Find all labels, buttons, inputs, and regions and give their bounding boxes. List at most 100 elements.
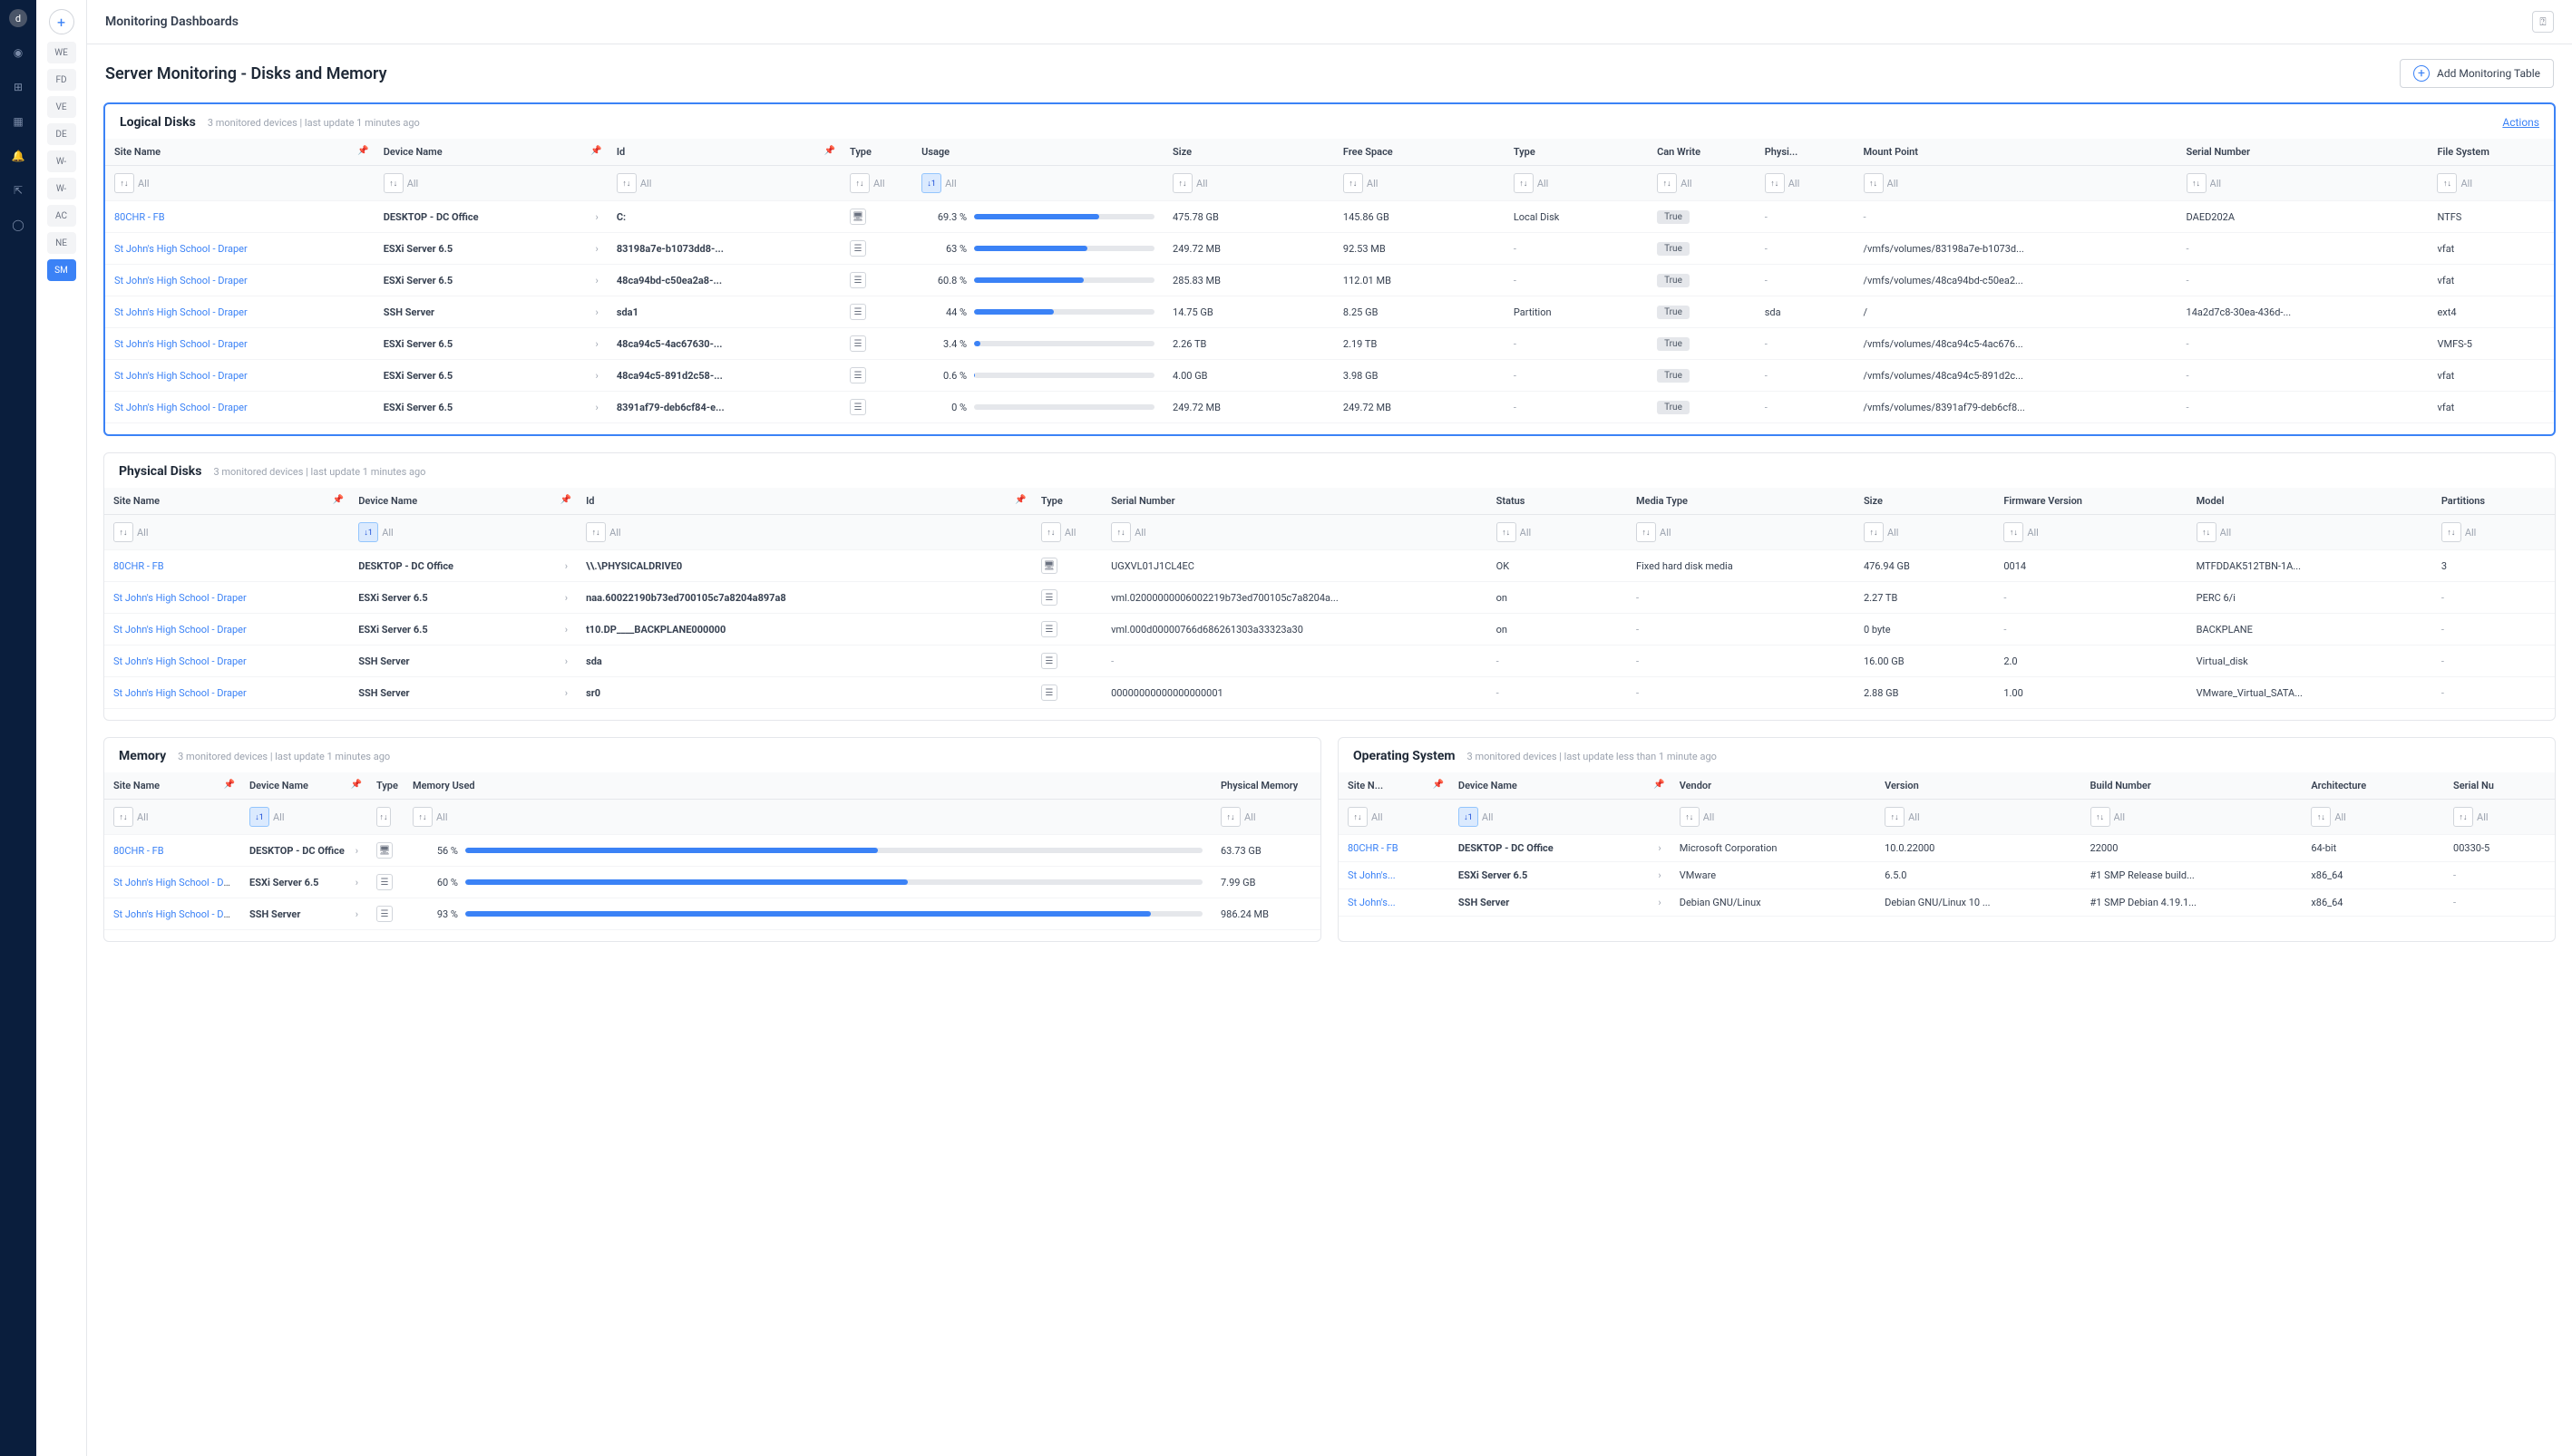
column-header[interactable]: Size	[1164, 139, 1334, 166]
sort-button[interactable]: ↑↓	[1348, 807, 1368, 827]
column-header[interactable]: Can Write	[1648, 139, 1756, 166]
filter-input[interactable]	[1520, 527, 1618, 539]
column-header[interactable]: Version	[1875, 772, 2080, 800]
export-icon[interactable]: ⇱	[9, 181, 27, 199]
sort-button[interactable]: ↑↓	[2187, 173, 2207, 193]
sort-button[interactable]: ↓1	[921, 173, 941, 193]
sort-button[interactable]: ↑↓	[2003, 522, 2023, 542]
sort-button[interactable]: ↑↓	[1221, 807, 1241, 827]
add-site-button[interactable]: +	[49, 9, 74, 34]
filter-input[interactable]	[2334, 811, 2435, 823]
filter-input[interactable]	[1367, 178, 1495, 189]
site-badge[interactable]: VE	[47, 96, 76, 118]
filter-input[interactable]	[945, 178, 1154, 189]
filter-input[interactable]	[138, 178, 365, 189]
logo[interactable]: d	[9, 9, 27, 27]
column-header[interactable]: Site Name📌	[104, 772, 240, 800]
pin-icon[interactable]: 📌	[560, 495, 571, 505]
filter-input[interactable]	[1908, 811, 2071, 823]
sort-button[interactable]: ↑↓	[114, 173, 134, 193]
column-header[interactable]: Device Name📌	[1449, 772, 1671, 800]
table-row[interactable]: St John's High School - DraperSSH Server…	[104, 677, 2555, 709]
table-row[interactable]: St John's...SSH Server›Debian GNU/LinuxD…	[1339, 889, 2555, 917]
sort-button[interactable]: ↑↓	[1657, 173, 1677, 193]
column-header[interactable]: Site Name📌	[105, 139, 375, 166]
sort-button[interactable]: ↑↓	[1343, 173, 1363, 193]
sort-button[interactable]: ↑↓	[2311, 807, 2331, 827]
filter-input[interactable]	[640, 178, 832, 189]
sort-button[interactable]: ↑↓	[617, 173, 637, 193]
sort-button[interactable]: ↑↓	[1680, 807, 1700, 827]
pin-icon[interactable]: 📌	[224, 780, 235, 790]
column-header[interactable]: Firmware Version	[1994, 488, 2187, 515]
sort-button[interactable]: ↑↓	[1765, 173, 1785, 193]
table-row[interactable]: St John's High School - DraperSSH Server…	[104, 645, 2555, 677]
sort-button[interactable]: ↑↓	[2197, 522, 2216, 542]
table-row[interactable]: St John's High School - DraperSSH Server…	[104, 898, 1320, 930]
filter-input[interactable]	[2027, 527, 2177, 539]
dashboard-icon[interactable]: ▦	[9, 112, 27, 131]
filter-input[interactable]	[1537, 178, 1639, 189]
filter-input[interactable]	[1788, 178, 1846, 189]
column-header[interactable]: Physical Memory	[1212, 772, 1320, 800]
column-header[interactable]: Vendor	[1671, 772, 1875, 800]
sort-button[interactable]: ↑↓	[2090, 807, 2110, 827]
filter-input[interactable]	[273, 811, 358, 823]
filter-input[interactable]	[2477, 811, 2546, 823]
sort-button[interactable]: ↑↓	[1885, 807, 1905, 827]
filter-input[interactable]	[1887, 527, 1985, 539]
table-row[interactable]: 80CHR - FBDESKTOP - DC Office›🖥56 %63.73…	[104, 835, 1320, 867]
column-header[interactable]: Type	[1032, 488, 1102, 515]
sort-button[interactable]: ↑↓	[2453, 807, 2473, 827]
filter-input[interactable]	[873, 178, 903, 189]
filter-input[interactable]	[407, 178, 599, 189]
table-row[interactable]: 80CHR - FBDESKTOP - DC Office›C:🖥69.3 %4…	[105, 201, 2554, 233]
column-header[interactable]: Type	[367, 772, 404, 800]
table-row[interactable]: St John's High School - DraperESXi Serve…	[104, 614, 2555, 645]
column-header[interactable]: Type	[841, 139, 912, 166]
site-badge[interactable]: W-	[47, 178, 76, 199]
table-row[interactable]: St John's High School - DraperESXi Serve…	[105, 360, 2554, 392]
sort-button[interactable]: ↓1	[249, 807, 269, 827]
sort-button[interactable]: ↑↓	[1173, 173, 1193, 193]
actions-link[interactable]: Actions	[2502, 116, 2539, 129]
table-row[interactable]: St John's High School - DraperSSH Server…	[105, 296, 2554, 328]
sort-button[interactable]: ↑↓	[376, 807, 391, 827]
column-header[interactable]: Device Name📌	[375, 139, 608, 166]
table-row[interactable]: St John's High School - DraperESXi Serve…	[104, 867, 1320, 898]
table-row[interactable]: 80CHR - FBDESKTOP - DC Office›\\.\PHYSIC…	[104, 550, 2555, 582]
filter-input[interactable]	[1681, 178, 1747, 189]
column-header[interactable]: Site Name📌	[104, 488, 349, 515]
bell-icon[interactable]: 🔔	[9, 147, 27, 165]
column-header[interactable]: Physi...	[1756, 139, 1855, 166]
column-header[interactable]: Free Space	[1334, 139, 1505, 166]
sort-button[interactable]: ↑↓	[2437, 173, 2457, 193]
pin-icon[interactable]: 📌	[590, 146, 601, 156]
column-header[interactable]: Memory Used	[404, 772, 1212, 800]
site-badge[interactable]: FD	[47, 69, 76, 91]
table-row[interactable]: St John's High School - DraperESXi Serve…	[105, 328, 2554, 360]
filter-input[interactable]	[1703, 811, 1866, 823]
filter-input[interactable]	[1135, 527, 1478, 539]
sort-button[interactable]: ↑↓	[413, 807, 433, 827]
filter-input[interactable]	[2220, 527, 2423, 539]
network-icon[interactable]: ⊞	[9, 78, 27, 96]
sort-button[interactable]: ↑↓	[1041, 522, 1061, 542]
column-header[interactable]: Model	[2187, 488, 2432, 515]
globe-icon[interactable]: ◉	[9, 44, 27, 62]
filter-input[interactable]	[2114, 811, 2294, 823]
column-header[interactable]: Device Name📌	[349, 488, 577, 515]
column-header[interactable]: Status	[1487, 488, 1627, 515]
sort-button[interactable]: ↑↓	[1864, 522, 1884, 542]
filter-input[interactable]	[1482, 811, 1661, 823]
sort-button[interactable]: ↑↓	[2441, 522, 2461, 542]
help-icon[interactable]: ⍰	[2532, 11, 2554, 33]
filter-input[interactable]	[1371, 811, 1440, 823]
table-row[interactable]: St John's...ESXi Server 6.5›VMware6.5.0#…	[1339, 862, 2555, 889]
filter-input[interactable]	[2465, 527, 2546, 539]
pin-icon[interactable]: 📌	[1432, 780, 1443, 790]
sort-button[interactable]: ↓1	[1458, 807, 1478, 827]
site-badge[interactable]: WE	[47, 42, 76, 63]
filter-input[interactable]	[1660, 527, 1846, 539]
filter-input[interactable]	[1065, 527, 1093, 539]
